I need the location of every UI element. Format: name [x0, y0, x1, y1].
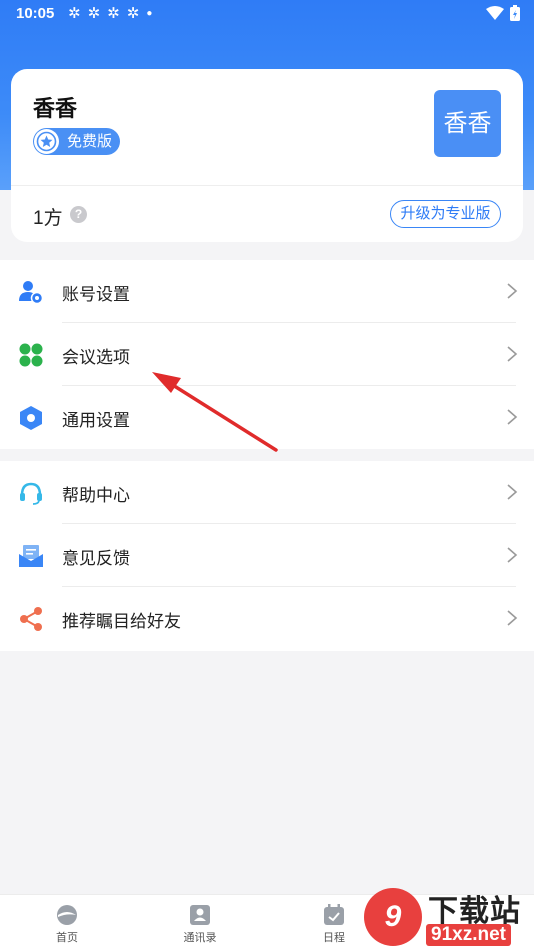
help-center-row[interactable]: 帮助中心 [0, 461, 534, 524]
clover-icon [19, 343, 43, 367]
tab-contacts[interactable]: 通讯录 [150, 895, 250, 950]
headset-icon [20, 482, 42, 505]
more-dot-icon: ● [146, 8, 153, 19]
app-notification-icon: ✲ [87, 5, 101, 22]
notification-icons: ✲ ✲ ✲ ✲ ● [68, 6, 152, 22]
home-logo-icon [57, 905, 77, 925]
upgrade-button[interactable]: 升级为专业版 [390, 200, 501, 228]
meeting-options-label: 会议选项 [62, 348, 130, 367]
feedback-row[interactable]: 意见反馈 [0, 524, 534, 587]
wifi-icon [486, 6, 504, 20]
app-notification-icon: ✲ [107, 5, 120, 22]
battery-icon [510, 5, 520, 21]
user-settings-icon [19, 281, 44, 305]
profile-card: 香香 免费版 香香 1方 ? 升级为专业版 [11, 69, 523, 242]
watermark: 9 下载站 91xz.net [360, 884, 534, 950]
settings-group: 账号设置 会议选项 通用设置 [0, 260, 534, 449]
general-settings-row[interactable]: 通用设置 [0, 386, 534, 449]
help-icon[interactable]: ? [70, 206, 87, 223]
medal-icon [34, 129, 59, 154]
plan-badge: 免费版 [33, 128, 121, 155]
share-icon [20, 607, 42, 631]
chevron-right-icon [507, 610, 518, 626]
chevron-right-icon [507, 346, 518, 362]
status-bar: 10:05 ✲ ✲ ✲ ✲ ● [0, 0, 534, 28]
meeting-options-row[interactable]: 会议选项 [0, 323, 534, 386]
general-settings-label: 通用设置 [62, 411, 130, 430]
calendar-icon [324, 904, 344, 925]
chevron-right-icon [507, 283, 518, 299]
card-divider [11, 185, 523, 186]
avatar[interactable]: 香香 [434, 90, 501, 157]
app-notification-icon: ✲ [126, 5, 140, 22]
recommend-row[interactable]: 推荐瞩目给好友 [0, 587, 534, 650]
contacts-icon [190, 905, 210, 925]
feedback-mail-icon [19, 545, 43, 567]
tab-home[interactable]: 首页 [17, 895, 117, 950]
tab-home-label: 首页 [56, 932, 78, 944]
hexagon-gear-icon [20, 406, 42, 430]
watermark-url: 91xz.net [426, 924, 511, 946]
support-group: 帮助中心 意见反馈 推荐瞩目给好友 [0, 461, 534, 651]
account-settings-row[interactable]: 账号设置 [0, 260, 534, 323]
help-center-label: 帮助中心 [62, 486, 130, 505]
tab-contacts-label: 通讯录 [183, 932, 217, 944]
chevron-right-icon [507, 547, 518, 563]
account-settings-label: 账号设置 [62, 285, 130, 304]
watermark-badge: 9 [364, 888, 422, 946]
user-name: 香香 [33, 96, 78, 121]
recommend-label: 推荐瞩目给好友 [62, 612, 181, 631]
meeting-quota: 1方 [33, 208, 63, 229]
status-time: 10:05 [16, 5, 55, 22]
plan-label: 免费版 [67, 133, 113, 150]
app-notification-icon: ✲ [68, 5, 81, 22]
chevron-right-icon [507, 409, 518, 425]
feedback-label: 意见反馈 [62, 549, 130, 568]
chevron-right-icon [507, 484, 518, 500]
